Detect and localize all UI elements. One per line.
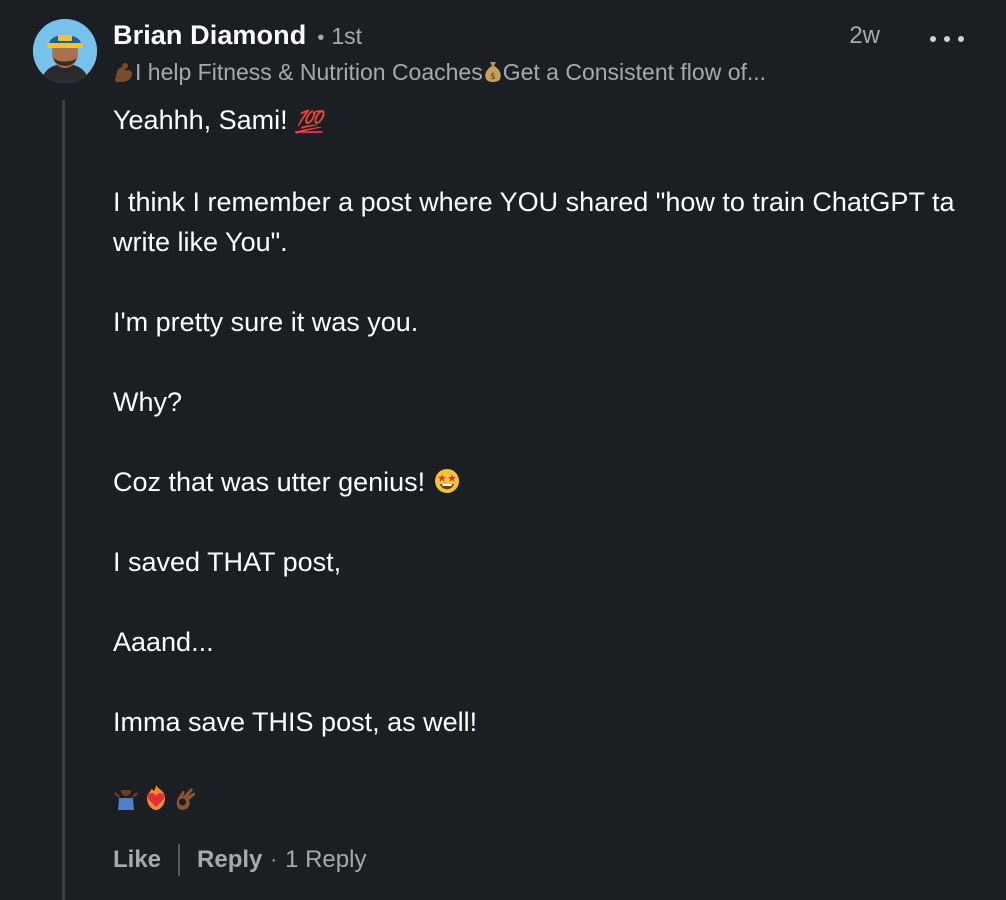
thread-line xyxy=(62,100,65,900)
timestamp: 2w xyxy=(849,22,880,49)
author-headline: I help Fitness & Nutrition Coaches $ Get… xyxy=(113,57,976,87)
reply-count-link[interactable]: 1 Reply xyxy=(285,846,366,874)
connection-degree: 1st xyxy=(331,23,363,49)
comment-paragraph: Imma save THIS post, as well! xyxy=(113,707,478,737)
like-button[interactable]: Like xyxy=(113,846,161,874)
money-bag-icon: $ xyxy=(484,62,501,82)
comment-header: Brian Diamond • 1st 2w I help Fitness & … xyxy=(113,20,976,87)
comment-paragraph: Coz that was utter genius! xyxy=(113,462,983,502)
hundred-points-icon: 💯 xyxy=(295,109,323,134)
emoji-row xyxy=(113,784,199,812)
svg-text:$: $ xyxy=(490,72,496,82)
comment-paragraph: I think I remember a post where YOU shar… xyxy=(113,187,962,257)
headline-text-2: Get a Consistent flow of... xyxy=(502,58,767,85)
flexed-biceps-icon xyxy=(115,63,132,82)
more-dot xyxy=(958,36,964,42)
comment-actions: Like Reply · 1 Reply xyxy=(113,843,366,877)
comment-paragraph: Yeahhh, Sami! 💯 xyxy=(113,100,983,142)
more-dot xyxy=(930,36,936,42)
comment-text: Yeahhh, Sami! xyxy=(113,105,296,135)
star-struck-icon xyxy=(434,469,459,493)
comment-paragraph: I saved THAT post, xyxy=(113,547,342,577)
ok-hand-icon xyxy=(176,788,196,810)
comment-paragraph: I'm pretty sure it was you. xyxy=(113,307,419,337)
action-divider xyxy=(178,844,181,876)
name-line: Brian Diamond • 1st xyxy=(113,20,976,56)
separator-dot: • xyxy=(317,27,325,49)
comment-body: Yeahhh, Sami! 💯 I think I remember a pos… xyxy=(113,100,983,782)
more-options-icon[interactable] xyxy=(930,24,964,54)
author-name[interactable]: Brian Diamond xyxy=(113,20,306,51)
comment-card: Brian Diamond • 1st 2w I help Fitness & … xyxy=(0,0,1006,900)
comment-text: Coz that was utter genius! xyxy=(113,467,433,497)
comment-paragraph: Why? xyxy=(113,387,183,417)
person-shrugging-icon xyxy=(114,786,138,810)
comment-paragraph: Aaand... xyxy=(113,627,214,657)
avatar-image xyxy=(33,19,97,83)
reply-button[interactable]: Reply xyxy=(197,846,262,874)
reply-separator-dot: · xyxy=(270,848,278,871)
more-dot xyxy=(944,36,950,42)
headline-text-1: I help Fitness & Nutrition Coaches xyxy=(135,58,483,85)
avatar[interactable] xyxy=(33,19,97,83)
heart-on-fire-icon xyxy=(147,785,165,810)
